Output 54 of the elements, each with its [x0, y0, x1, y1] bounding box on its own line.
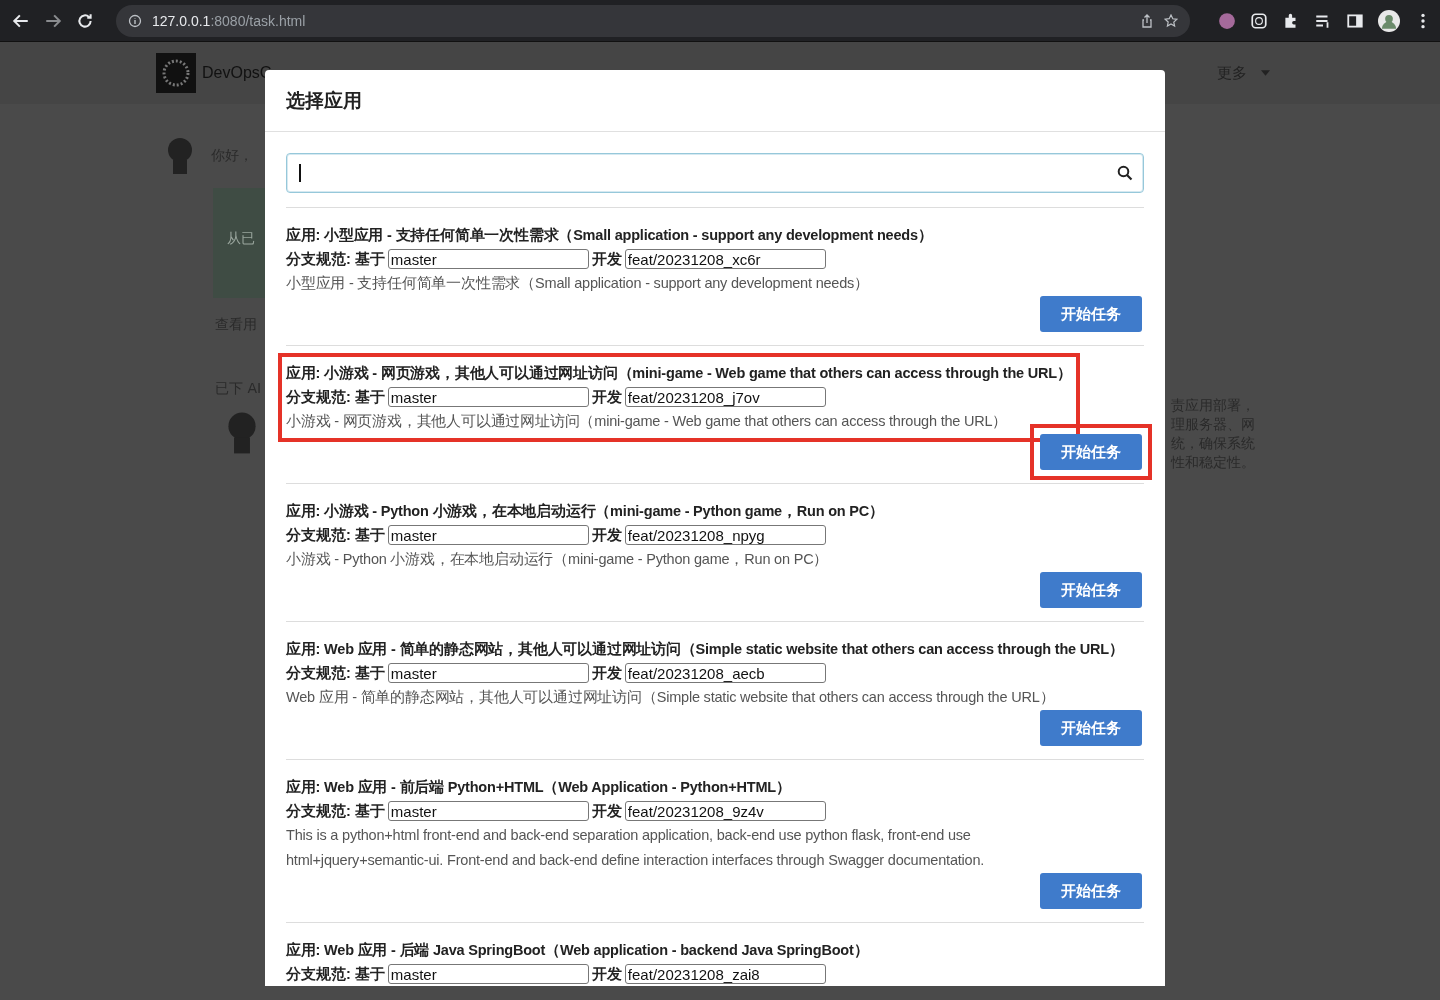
feature-branch-field[interactable]: feat/20231208_xc6r	[624, 249, 826, 269]
app-description: 小游戏 - Python 小游戏，在本地启动运行（mini-game - Python game，Run on PC）	[286, 550, 830, 569]
search-icon[interactable]	[1117, 165, 1133, 181]
base-branch-field[interactable]: master	[387, 525, 589, 545]
base-branch-field[interactable]: master	[387, 964, 589, 984]
address-bar[interactable]: 127.0.0.1:8080/task.html	[116, 4, 1190, 37]
app-title: 应用: 小型应用 - 支持任何简单一次性需求（Small application - support any development needs）	[286, 226, 933, 245]
share-icon[interactable]	[1140, 13, 1154, 28]
app-description: This is a python+html front-end and back-end separation application, back-end use python flask, front-end use html+jquery+semantic-ui. Front-end and back-end define interaction interfaces through Swagger documentation.	[286, 826, 986, 870]
app-title: 应用: 小游戏 - Python 小游戏，在本地启动运行（mini-game - Python game，Run on PC）	[286, 502, 884, 521]
app-title: 应用: 小游戏 - 网页游戏，其他人可以通过网址访问（mini-game - Web game that others can access through the URL）	[286, 364, 1072, 383]
start-task-button[interactable]: 开始任务	[1040, 296, 1142, 332]
dev-label: 开发	[591, 250, 622, 269]
dev-label: 开发	[591, 526, 622, 545]
base-branch-field[interactable]: master	[387, 663, 589, 683]
search-field[interactable]	[286, 153, 1144, 193]
feature-branch-field[interactable]: feat/20231208_zai8	[624, 964, 826, 984]
branch-label: 分支规范: 基于	[286, 388, 385, 407]
logo-icon	[156, 53, 196, 93]
feature-branch-field[interactable]: feat/20231208_aecb	[624, 663, 826, 683]
branch-label: 分支规范: 基于	[286, 965, 385, 984]
info-icon[interactable]	[128, 13, 142, 28]
sidebar-icon[interactable]	[1346, 11, 1364, 30]
text-cursor	[299, 164, 301, 182]
reload-icon[interactable]	[76, 11, 94, 30]
dev-label: 开发	[591, 965, 622, 984]
dialog-title: 选择应用	[286, 87, 362, 113]
dev-label: 开发	[591, 664, 622, 683]
feature-branch-field[interactable]: feat/20231208_npyg	[624, 525, 826, 545]
star-icon[interactable]	[1164, 13, 1178, 28]
branch-label: 分支规范: 基于	[286, 526, 385, 545]
start-task-button[interactable]: 开始任务	[1040, 710, 1142, 746]
base-branch-field[interactable]: master	[387, 249, 589, 269]
base-branch-field[interactable]: master	[387, 801, 589, 821]
app-title: 应用: Web 应用 - 后端 Java SpringBoot（Web application - backend Java SpringBoot）	[286, 941, 869, 960]
start-task-button[interactable]: 开始任务	[1040, 572, 1142, 608]
branch-label: 分支规范: 基于	[286, 802, 385, 821]
app-description: Web 应用 - 简单的静态网站，其他人可以通过网址访问（Simple static website that others can access through the URL）	[286, 688, 1056, 707]
feature-branch-field[interactable]: feat/20231208_9z4v	[624, 801, 826, 821]
url-text: 127.0.0.1:8080/task.html	[152, 12, 306, 29]
base-branch-field[interactable]: master	[387, 387, 589, 407]
dev-label: 开发	[591, 802, 622, 821]
app-title: 应用: Web 应用 - 简单的静态网站，其他人可以通过网址访问（Simple static website that others can access through the URL）	[286, 640, 1124, 659]
feature-branch-field[interactable]: feat/20231208_j7ov	[624, 387, 826, 407]
app-description: 小型应用 - 支持任何简单一次性需求（Small application - support any development needs）	[286, 274, 870, 293]
app-description: 小游戏 - 网页游戏，其他人可以通过网址访问（mini-game - Web game that others can access through the URL）	[286, 412, 1009, 431]
start-task-button[interactable]: 开始任务	[1040, 434, 1142, 470]
app-title: 应用: Web 应用 - 前后端 Python+HTML（Web Application - Python+HTML）	[286, 778, 792, 797]
branch-label: 分支规范: 基于	[286, 250, 385, 269]
start-task-button[interactable]: 开始任务	[1040, 873, 1142, 909]
branch-label: 分支规范: 基于	[286, 664, 385, 683]
card-text: 从已	[227, 230, 255, 246]
extension-icon[interactable]	[1250, 11, 1268, 30]
dev-label: 开发	[591, 388, 622, 407]
